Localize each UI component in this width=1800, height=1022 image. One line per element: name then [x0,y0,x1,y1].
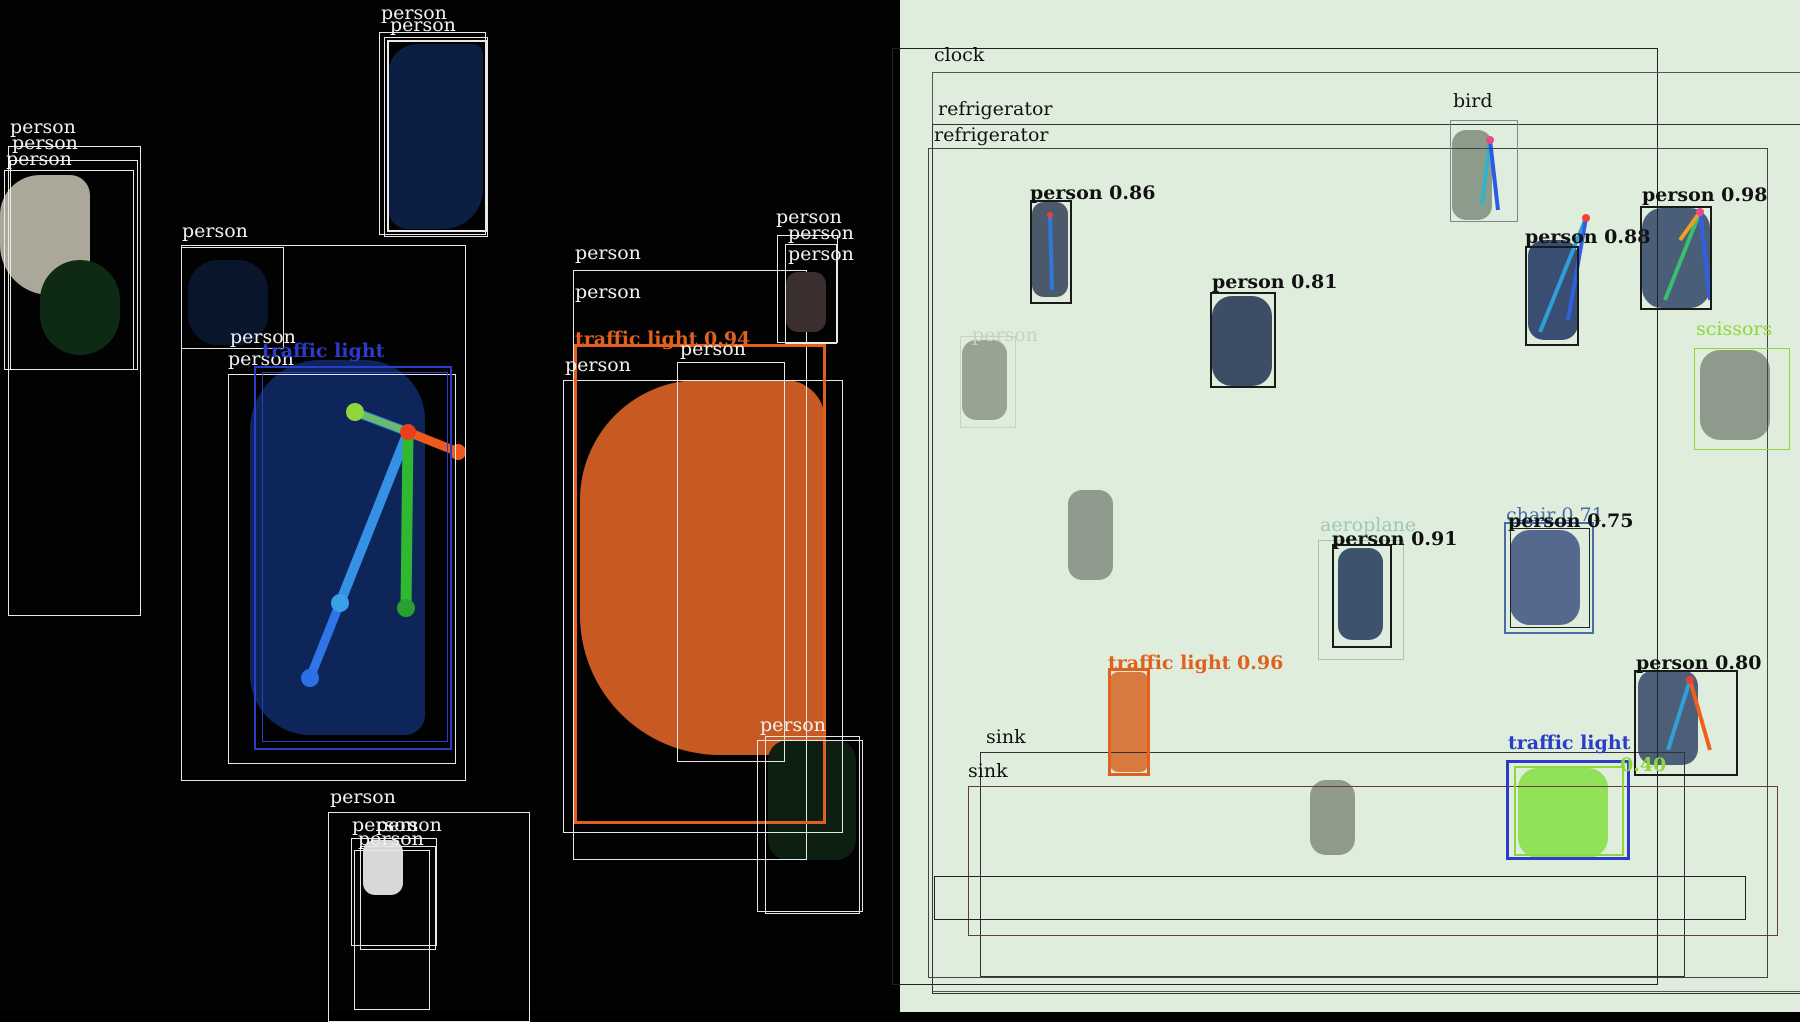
label-scissors: scissors [1696,318,1773,340]
bbox-person [1510,528,1590,628]
bbox-person [765,736,860,914]
label-person-faint: person [972,324,1038,346]
label-person: person [182,220,248,242]
bbox-bird [1450,120,1518,222]
label-person-score: person 0.88 [1525,226,1651,248]
label-person: person [788,243,854,265]
label-sink: sink [968,760,1008,782]
label-traffic-light-score: traffic light 0.96 [1108,652,1284,674]
bbox-person [4,170,134,370]
label-person: person [358,828,424,850]
bbox-person [354,850,430,1010]
bbox-person [1030,200,1072,304]
bbox-person [1640,206,1712,310]
detection-composite: person person person person person perso… [0,0,1800,1022]
label-person: person [575,242,641,264]
label-person-score: person 0.86 [1030,182,1156,204]
right-panel-light-view: clock refrigerator refrigerator sink sin… [892,0,1800,1012]
label-person: person [6,148,72,170]
silhouette-small-right [786,272,826,332]
label-sink: sink [986,726,1026,748]
bbox-person [1210,292,1276,388]
bbox-person [1332,544,1392,648]
bbox-person [677,362,785,762]
label-person: person [575,281,641,303]
label-traffic-light: traffic light [1508,732,1631,754]
label-person-score: person 0.80 [1636,652,1762,674]
label-person: person [330,786,396,808]
bbox-person [384,37,488,237]
bbox-sink [934,876,1746,920]
label-traffic-light: traffic light [262,340,385,362]
bbox-scissors [1694,348,1790,450]
label-green-score: 0.40 [1620,754,1667,776]
bbox-traffic-light-orange [1108,668,1150,776]
label-person-score: person 0.98 [1642,184,1768,206]
bbox-traffic-light-blue [262,372,448,742]
label-person-score: person 0.91 [1332,528,1458,550]
label-refrigerator: refrigerator [938,98,1053,120]
bbox-person-faint [960,336,1016,428]
bbox-green-object [1514,766,1624,856]
label-person: person [760,714,826,736]
label-refrigerator: refrigerator [934,124,1049,146]
label-person: person [680,338,746,360]
label-person-score: person 0.81 [1212,271,1338,293]
bbox-person [1525,246,1579,346]
label-person: person [565,354,631,376]
label-bird: bird [1453,90,1493,112]
label-person: person [390,14,456,36]
label-person: person [788,222,854,244]
label-person-score: person 0.75 [1508,510,1634,532]
label-clock: clock [934,44,985,66]
left-panel-dark-view: person person person person person perso… [0,0,900,1022]
